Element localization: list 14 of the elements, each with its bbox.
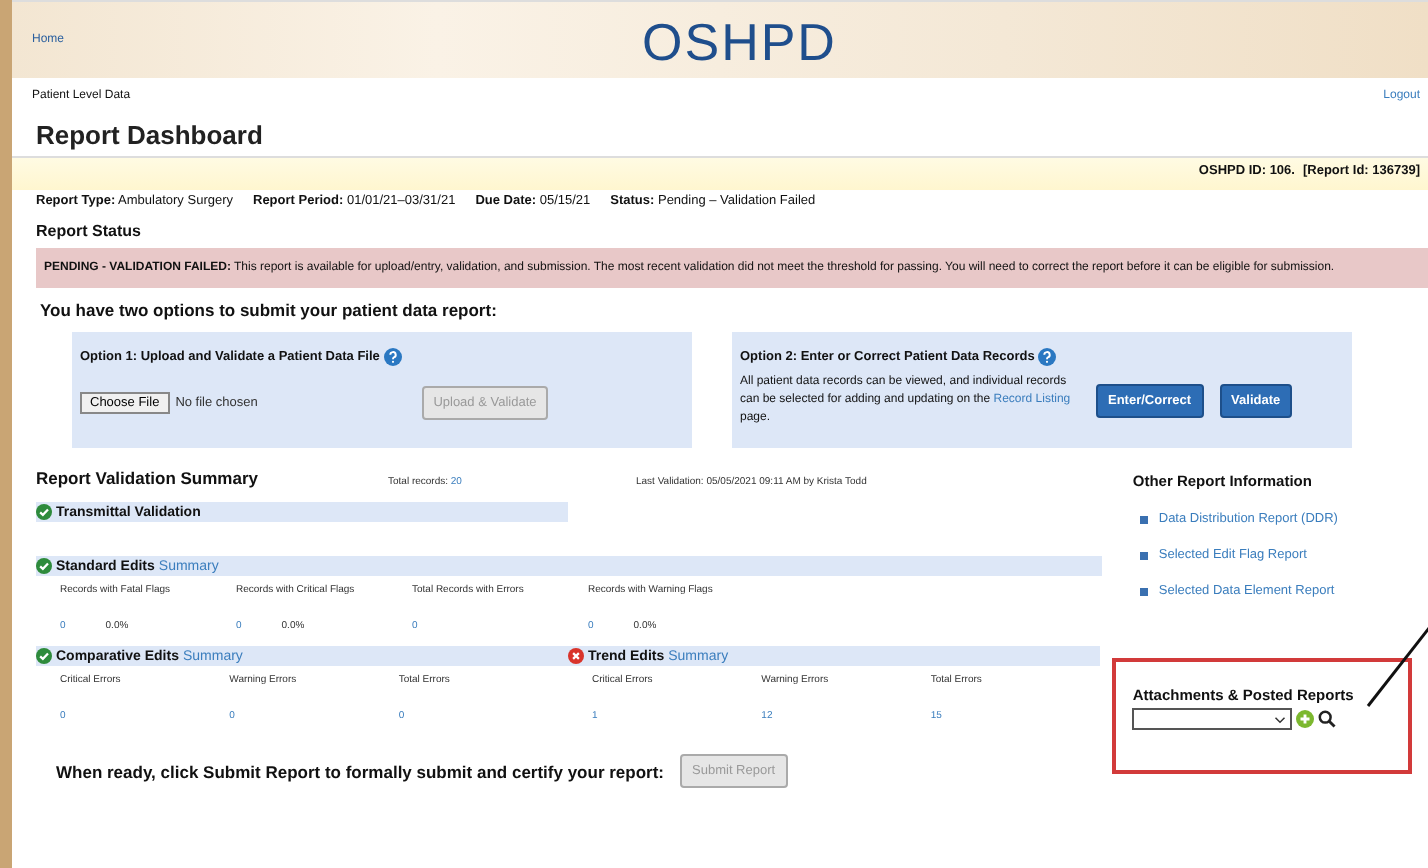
help-icon[interactable] — [1038, 348, 1057, 366]
bullet-icon — [1140, 515, 1149, 523]
page-title: Report Dashboard — [36, 120, 265, 150]
bullet-icon — [1140, 551, 1149, 559]
search-icon[interactable] — [1318, 710, 1337, 728]
options-heading: You have two options to submit your patient data report: — [40, 300, 499, 320]
submit-instructions: When ready, click Submit Report to formally submit and certify your report: — [56, 761, 665, 781]
summary-title: Report Validation Summary — [36, 468, 260, 488]
caret-icon — [1274, 715, 1287, 723]
attachment-dropdown[interactable] — [1132, 708, 1293, 730]
section-heading: Report Status — [36, 222, 143, 240]
help-icon[interactable] — [383, 348, 402, 366]
bullet-icon — [1140, 587, 1149, 595]
logo: OSHPD — [642, 12, 837, 74]
